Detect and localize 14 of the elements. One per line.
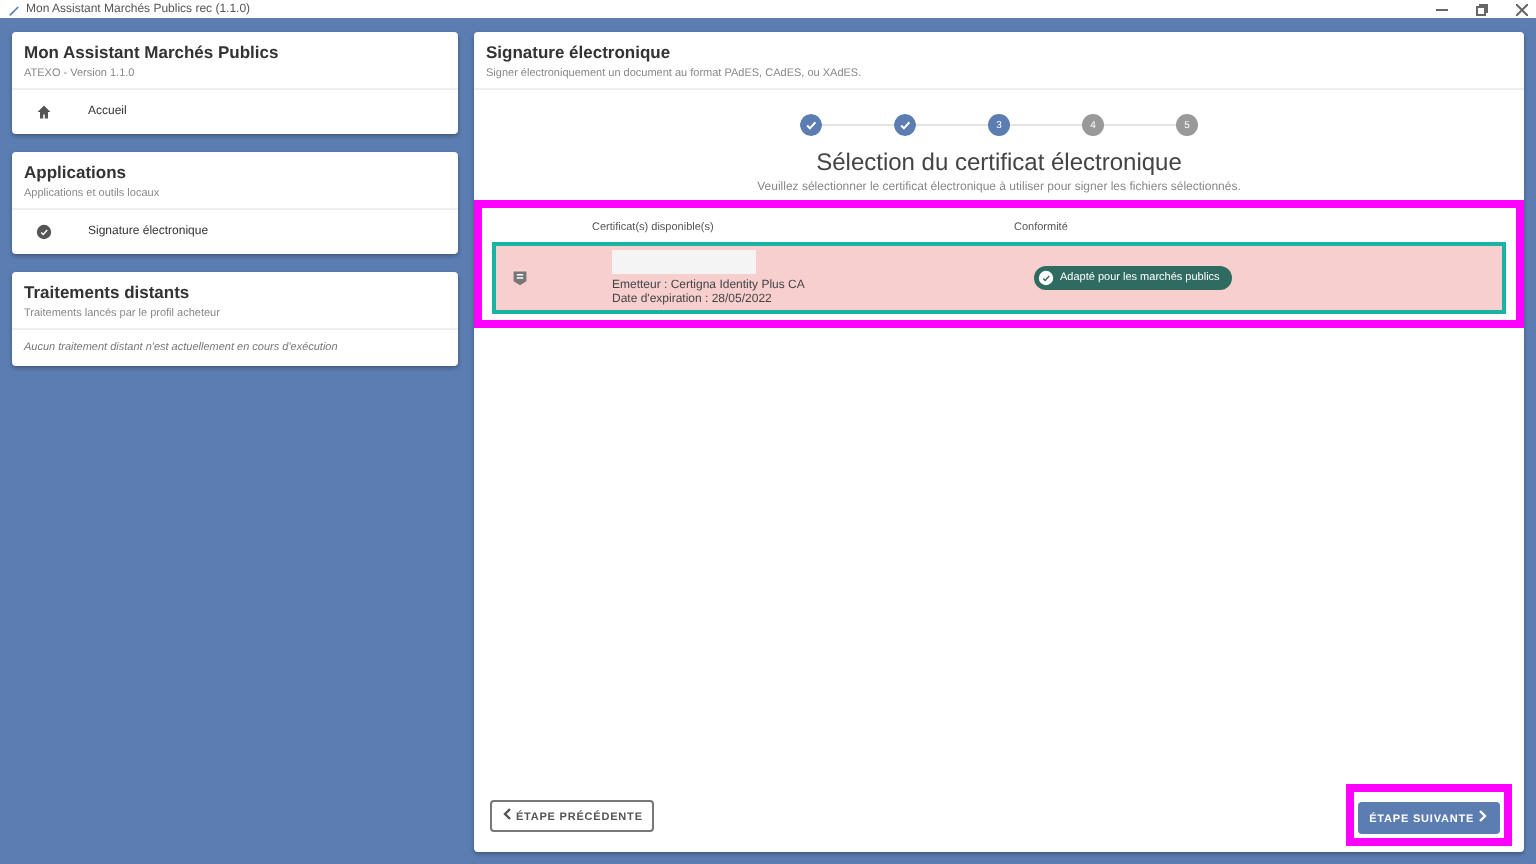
restore-icon[interactable] [1476, 3, 1488, 15]
chevron-right-icon [1478, 810, 1488, 822]
close-icon[interactable] [1516, 3, 1528, 15]
chevron-left-icon [502, 807, 512, 819]
panel-title: Signature électronique [486, 42, 673, 62]
step-heading: Sélection du certificat électronique [814, 148, 1184, 176]
redacted-name [612, 250, 756, 274]
home-icon [36, 104, 52, 120]
certificate-icon [512, 270, 528, 286]
card-title: Applications [24, 162, 129, 182]
card-title: Traitements distants [24, 282, 192, 302]
minimize-icon[interactable] [1436, 3, 1448, 15]
card-title: Mon Assistant Marchés Publics [24, 42, 281, 62]
check-circle-icon [36, 224, 52, 240]
